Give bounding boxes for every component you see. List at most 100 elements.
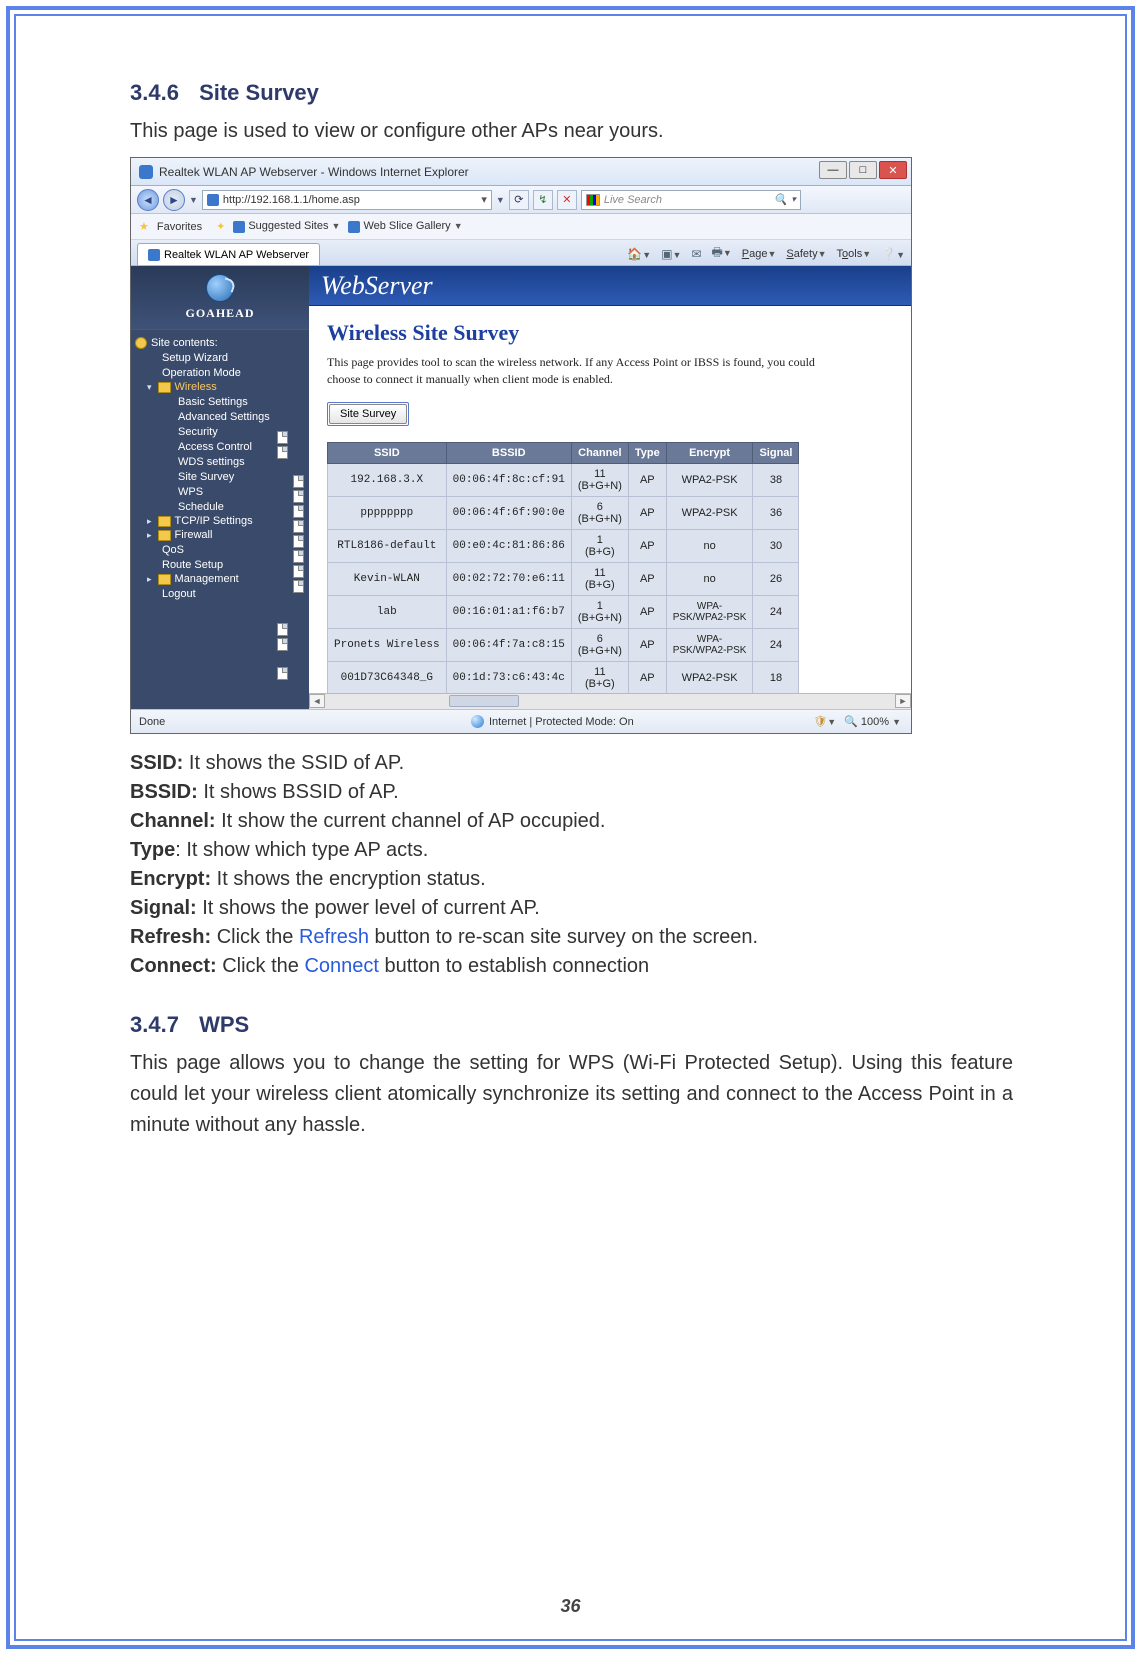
tree-toggle-icon[interactable]: ▸: [147, 530, 152, 541]
cell: 00:06:4f:8c:cf:91: [446, 463, 571, 496]
page-content: GOAHEAD Site contents: Setup WizardOpera…: [131, 266, 911, 709]
sidebar-item-tcp-ip-settings[interactable]: ▸TCP/IP Settings: [135, 514, 305, 528]
cell: 1(B+G): [571, 529, 628, 562]
cell: 38: [753, 463, 799, 496]
sidebar-item-label: Security: [178, 426, 218, 438]
def-link: Connect: [304, 955, 379, 977]
minimize-button[interactable]: —: [819, 161, 847, 179]
page-icon: [277, 638, 288, 651]
net-icon: [135, 337, 147, 349]
brand-logo: GOAHEAD: [131, 266, 309, 330]
page-icon: [293, 580, 304, 593]
page-icon: [293, 565, 304, 578]
print-icon[interactable]: 🖶▼: [712, 243, 732, 264]
webserver-banner: WebServer: [309, 266, 911, 306]
feeds-icon[interactable]: ▣▼: [661, 247, 681, 261]
suggested-sites-link[interactable]: Suggested Sites ▼: [233, 220, 340, 232]
site-survey-button[interactable]: Site Survey: [329, 404, 407, 424]
favorites-label[interactable]: Favorites: [157, 221, 202, 233]
sidebar-item-label: Wireless: [175, 381, 217, 393]
safety-menu[interactable]: Safety▼: [786, 248, 826, 260]
folder-icon: [158, 382, 171, 393]
favorites-star-icon[interactable]: ★: [139, 220, 149, 233]
sidebar-item-operation-mode[interactable]: Operation Mode: [135, 365, 305, 380]
sidebar-item-wireless[interactable]: ▾ Wireless: [135, 380, 305, 394]
page-icon: [277, 623, 288, 636]
section-title: WPS: [199, 1012, 249, 1037]
search-provider-icon: [586, 194, 600, 206]
sidebar-item-management[interactable]: ▸ Management: [135, 572, 305, 586]
address-bar[interactable]: http://192.168.1.1/home.asp ▾: [202, 190, 492, 210]
refresh-button[interactable]: ⟳: [509, 190, 529, 210]
cell: AP: [628, 595, 666, 628]
sidebar-item-qos[interactable]: QoS: [135, 542, 305, 557]
cell: 11(B+G): [571, 661, 628, 694]
sidebar-item-label: Site Survey: [178, 471, 234, 483]
search-box[interactable]: Live Search 🔍 ▾: [581, 190, 801, 210]
sidebar-item-label: Basic Settings: [178, 396, 248, 408]
tree-toggle-icon[interactable]: ▸: [147, 574, 152, 585]
tools-menu[interactable]: Tools▼: [837, 248, 872, 260]
sidebar-item-setup-wizard[interactable]: Setup Wizard: [135, 350, 305, 365]
sidebar-item-logout[interactable]: Logout: [135, 586, 305, 601]
sidebar-item-wps[interactable]: WPS: [135, 484, 305, 499]
col-type: Type: [628, 442, 666, 463]
search-icon[interactable]: 🔍: [774, 193, 788, 206]
horizontal-scrollbar[interactable]: ◄ ►: [309, 693, 911, 709]
def-term: Encrypt:: [130, 868, 211, 890]
scroll-thumb[interactable]: [449, 695, 519, 707]
mail-icon[interactable]: ✉: [691, 247, 701, 261]
cell: 36: [753, 496, 799, 529]
address-options-icon[interactable]: ▼: [496, 195, 505, 205]
table-row: Pronets Wireless00:06:4f:7a:c8:156(B+G+N…: [328, 628, 799, 661]
sidebar-item-basic-settings[interactable]: Basic Settings: [135, 394, 305, 409]
protected-mode-icon[interactable]: 🛡▼: [813, 715, 836, 728]
forward-button[interactable]: ►: [163, 189, 185, 211]
maximize-button[interactable]: □: [849, 161, 877, 179]
page-menu[interactable]: Page▼: [742, 248, 777, 260]
back-button[interactable]: ◄: [137, 189, 159, 211]
site-icon: [207, 194, 219, 206]
cell: WPA2-PSK: [666, 496, 753, 529]
table-row: 192.168.3.X00:06:4f:8c:cf:9111(B+G+N)APW…: [328, 463, 799, 496]
page-number: 36: [0, 1596, 1141, 1617]
page-icon: [293, 490, 304, 503]
sidebar-item-schedule[interactable]: Schedule: [135, 499, 305, 514]
sidebar-item-label: QoS: [162, 544, 184, 556]
cell: 00:06:4f:7a:c8:15: [446, 628, 571, 661]
scan-results-table: SSIDBSSIDChannelTypeEncryptSignal 192.16…: [327, 442, 799, 695]
cell: 00:16:01:a1:f6:b7: [446, 595, 571, 628]
help-icon[interactable]: ❔▼: [881, 247, 905, 261]
add-favorite-icon[interactable]: ✦: [216, 220, 225, 233]
cell: 11(B+G+N): [571, 463, 628, 496]
search-dropdown-icon[interactable]: ▾: [791, 194, 796, 205]
tree-toggle-icon[interactable]: ▾: [147, 382, 152, 393]
history-dropdown-icon[interactable]: ▼: [189, 195, 198, 205]
definition-signal: Signal: It shows the power level of curr…: [130, 897, 1013, 920]
sidebar-item-firewall[interactable]: ▸Firewall: [135, 528, 305, 542]
sidebar-item-advanced-settings[interactable]: Advanced Settings: [135, 409, 305, 424]
scroll-right-button[interactable]: ►: [895, 694, 911, 708]
zoom-control[interactable]: 🔍 100% ▼: [844, 715, 901, 728]
sidebar-item-site-survey[interactable]: Site Survey: [135, 469, 305, 484]
scroll-left-button[interactable]: ◄: [309, 694, 325, 708]
web-slice-link[interactable]: Web Slice Gallery ▼: [348, 220, 462, 232]
sidebar-item-label: Management: [175, 573, 239, 585]
cell: 26: [753, 562, 799, 595]
def-term: Type: [130, 839, 175, 861]
table-row: Kevin-WLAN00:02:72:70:e6:1111(B+G)APno26: [328, 562, 799, 595]
close-button[interactable]: ✕: [879, 161, 907, 179]
site-survey-button-wrap: Site Survey: [327, 402, 409, 426]
address-dropdown-icon[interactable]: ▾: [481, 193, 487, 206]
tree-toggle-icon[interactable]: ▸: [147, 516, 152, 527]
cell: AP: [628, 628, 666, 661]
browser-tab[interactable]: Realtek WLAN AP Webserver: [137, 243, 320, 265]
cell: Pronets Wireless: [328, 628, 447, 661]
sidebar-item-route-setup[interactable]: Route Setup: [135, 557, 305, 572]
cell: 30: [753, 529, 799, 562]
cell: AP: [628, 661, 666, 694]
go-button[interactable]: ↯: [533, 190, 553, 210]
stop-button[interactable]: ✕: [557, 190, 577, 210]
home-icon[interactable]: 🏠▼: [627, 247, 651, 261]
sidebar-item-label: WPS: [178, 486, 203, 498]
